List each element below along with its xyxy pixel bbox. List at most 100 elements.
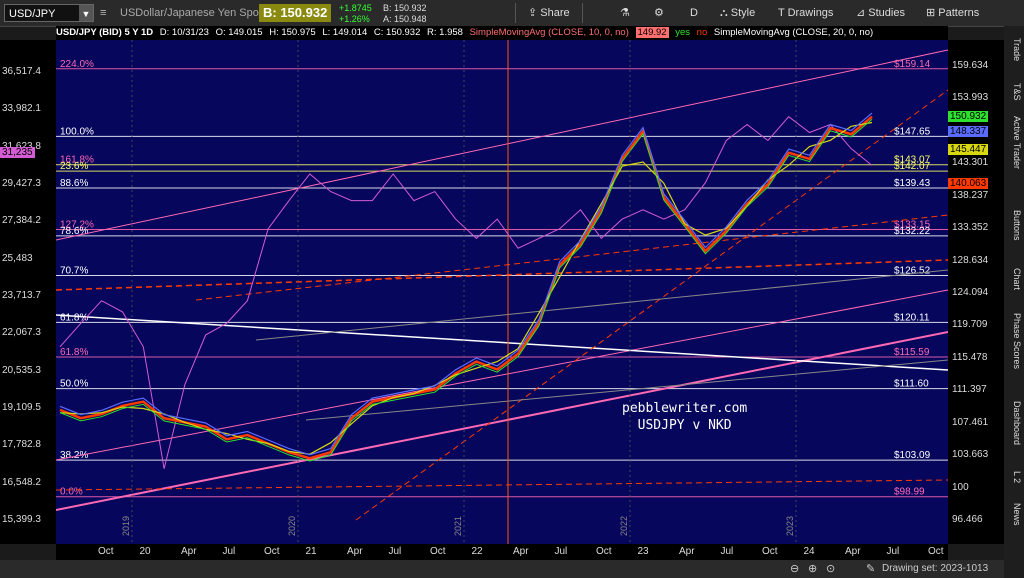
fib-label-right: $98.99 [894, 487, 925, 498]
left-price-axis: 36,517.433,982.131,623.829,427.327,384.2… [0, 40, 56, 544]
fib-label-left: 100.0% [60, 126, 94, 137]
left-axis-highlight: 31,235 [0, 147, 35, 159]
fib-label-left: 88.6% [60, 178, 88, 189]
sidebar-tab-chart[interactable]: Chart [1006, 268, 1022, 290]
gear-icon[interactable]: ⚙ [654, 0, 664, 26]
info-sma20[interactable]: SimpleMovingAvg (CLOSE, 20, 0, no) [714, 27, 873, 38]
patterns-icon: ⊞ [926, 7, 939, 19]
sidebar-tab-phase-scores[interactable]: Phase Scores [1006, 313, 1022, 369]
fib-label-left: 70.7% [60, 266, 88, 277]
right-axis-label: 103.663 [952, 449, 989, 461]
info-high: H: 150.975 [269, 27, 316, 38]
share-label: Share [540, 7, 570, 19]
drawings-button[interactable]: T Drawings [778, 0, 833, 26]
menu-icon[interactable]: ≡ [100, 0, 106, 26]
sidebar-tab-buttons[interactable]: Buttons [1006, 210, 1022, 241]
drawing-set-label[interactable]: Drawing set: 2023-1013 [882, 563, 988, 574]
right-axis-label: 100 [952, 481, 969, 493]
x-axis-label: 20 [139, 546, 151, 557]
left-axis-label: 33,982.1 [2, 103, 41, 115]
year-marker-label: 2021 [453, 516, 463, 536]
sidebar-tab-l-2[interactable]: L 2 [1006, 471, 1022, 483]
left-axis-label: 17,782.8 [2, 439, 41, 451]
x-axis-label: Jul [720, 546, 734, 557]
fib-label-left: 61.8% [60, 312, 88, 323]
drawings-icon: T [778, 7, 788, 19]
fib-label-right: $132.22 [894, 226, 931, 237]
style-button[interactable]: ⛬ Style [720, 0, 755, 26]
reset-zoom-icon[interactable]: ⊙ [826, 562, 835, 575]
studies-button[interactable]: ⊿ Studies [856, 0, 905, 26]
share-button[interactable]: ⇪ Share [528, 0, 570, 26]
fib-label-left: 224.0% [60, 59, 94, 70]
right-axis-label: 159.634 [952, 60, 989, 71]
zoom-in-icon[interactable]: ⊕ [808, 562, 817, 575]
x-axis-label: Oct [264, 546, 280, 557]
x-axis-label: Oct [596, 546, 612, 557]
x-axis-label: Oct [762, 546, 778, 557]
right-axis-label: 111.397 [952, 384, 987, 396]
fib-label-left: 61.8% [60, 347, 88, 358]
zoom-out-icon[interactable]: ⊖ [790, 562, 799, 575]
left-axis-label: 22,067.3 [2, 327, 41, 339]
info-yes: yes [675, 27, 691, 38]
flask-icon[interactable]: ⚗ [620, 0, 630, 26]
symbol-input[interactable]: USD/JPY ▼ [4, 4, 94, 22]
year-marker-label: 2019 [121, 516, 131, 536]
year-marker-label: 2023 [785, 516, 795, 536]
chevron-down-icon[interactable]: ▼ [79, 5, 93, 21]
x-axis-label: 23 [637, 546, 649, 557]
year-marker-label: 2022 [619, 516, 629, 536]
style-icon: ⛬ [720, 7, 731, 19]
info-open: O: 149.015 [215, 27, 263, 38]
right-axis-label: 133.352 [952, 222, 989, 234]
info-low: L: 149.014 [322, 27, 368, 38]
fib-label-left: 38.2% [60, 450, 88, 461]
sidebar-tab-t-s[interactable]: T&S [1006, 83, 1022, 101]
price-tag: 150.932 [948, 110, 989, 122]
x-axis-label: 21 [305, 546, 317, 557]
sidebar-tab-active-trader[interactable]: Active Trader [1006, 116, 1022, 169]
info-sma10[interactable]: SimpleMovingAvg (CLOSE, 10, 0, no) [470, 27, 629, 38]
fib-label-right: $139.43 [894, 178, 931, 189]
info-no: no [696, 27, 708, 38]
usdjpy-ma-line [59, 115, 873, 460]
sidebar-tab-news[interactable]: News [1006, 503, 1022, 526]
trend-line [56, 259, 948, 291]
x-axis-label: Oct [928, 546, 944, 557]
left-axis-label: 15,399.3 [2, 514, 41, 525]
info-range: R: 1.958 [427, 27, 463, 38]
x-axis-label: Jul [554, 546, 568, 557]
left-axis-label: 36,517.4 [2, 66, 41, 77]
fib-label-left: 0.0% [60, 487, 83, 498]
x-axis-label: Apr [181, 546, 197, 557]
bid-price: B: 150.932 [259, 4, 332, 22]
price-tag: 140.063 [948, 177, 989, 189]
x-axis-label: Jul [388, 546, 402, 557]
x-axis-label: Jul [886, 546, 900, 557]
period-button[interactable]: D [690, 0, 698, 26]
x-axis-label: Apr [845, 546, 861, 557]
style-label: Style [730, 7, 756, 19]
right-axis-label: 143.301 [952, 157, 989, 169]
fib-label-right: $147.65 [894, 126, 931, 137]
symbol-value: USD/JPY [9, 8, 56, 20]
share-icon: ⇪ [528, 7, 541, 19]
symbol-description: USDollar/Japanese Yen Spot [120, 7, 262, 19]
time-axis: Oct 20 Apr Jul Oct 21 Apr Jul Oct 22 Apr Jul Oct 23 Ap… [56, 544, 948, 560]
chart-title: USD/JPY (BID) 5 Y 1D [56, 27, 154, 38]
sidebar-tab-dashboard[interactable]: Dashboard [1006, 401, 1022, 445]
studies-label: Studies [868, 7, 905, 19]
right-axis-label: 124.094 [952, 286, 989, 298]
sidebar-tab-trade[interactable]: Trade [1006, 38, 1022, 61]
trend-line [56, 479, 948, 491]
patterns-button[interactable]: ⊞ Patterns [926, 0, 979, 26]
fib-label-left: 78.6% [60, 226, 88, 237]
pencil-icon[interactable]: ✎ [866, 562, 875, 575]
patterns-label: Patterns [938, 7, 980, 19]
nkd-line [59, 116, 873, 469]
top-toolbar: USD/JPY ▼ ≡ USDollar/Japanese Yen Spot B:… [0, 0, 1024, 27]
left-axis-label: 27,384.2 [2, 215, 41, 227]
fib-label-right: $111.60 [894, 379, 929, 390]
chart-plot-area[interactable]: $159.14 224.0% $147.65 100.0% $143.07 161.8% $… [56, 40, 948, 544]
